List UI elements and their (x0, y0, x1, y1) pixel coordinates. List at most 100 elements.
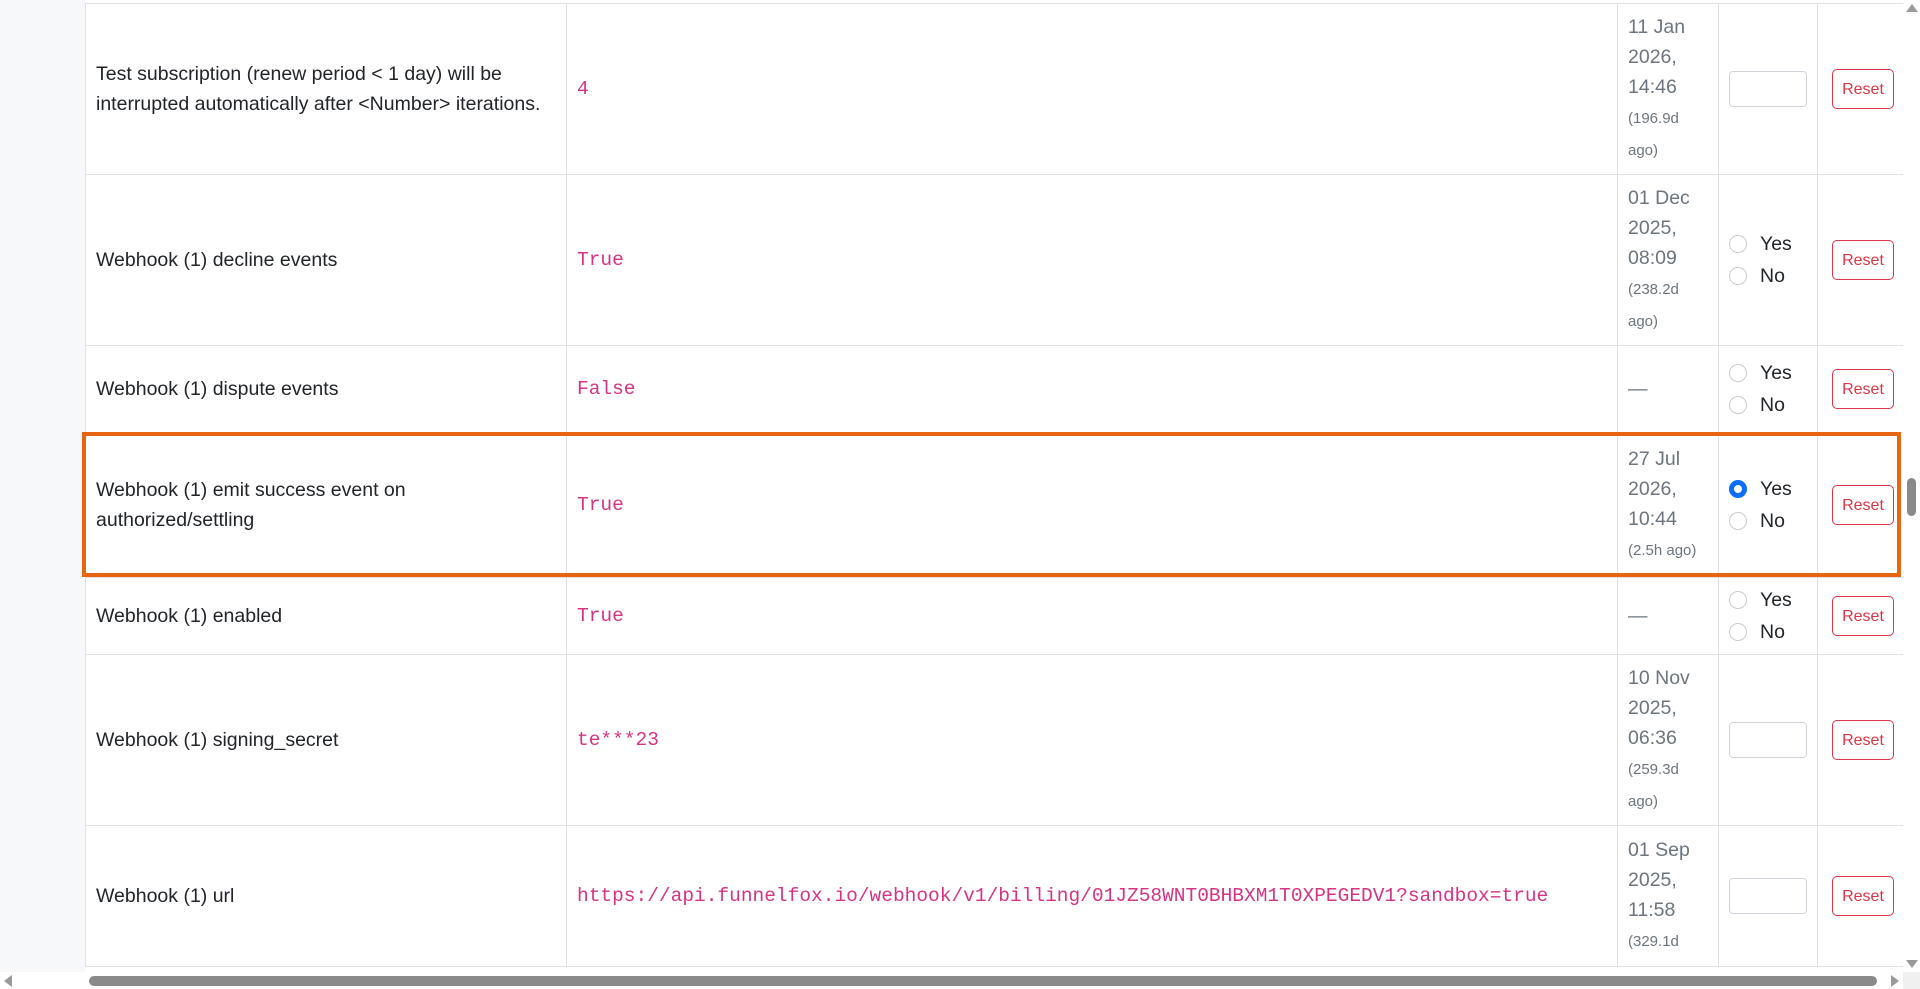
setting-value: True (566, 577, 1618, 655)
no-label[interactable]: No (1760, 617, 1785, 647)
control-cell (1718, 3, 1818, 175)
reset-button[interactable]: Reset (1832, 485, 1894, 525)
no-label[interactable]: No (1760, 506, 1785, 536)
yes-option[interactable]: Yes (1729, 228, 1807, 260)
setting-name: Webhook (1) signing_secret (85, 654, 567, 826)
table-row: Webhook (1) signing_secret te***23 10 No… (85, 654, 1903, 826)
reset-button[interactable]: Reset (1832, 69, 1894, 109)
yes-option[interactable]: Yes (1729, 584, 1807, 616)
control-cell: Yes No (1718, 432, 1818, 578)
yes-label[interactable]: Yes (1760, 474, 1792, 504)
reset-button[interactable]: Reset (1832, 240, 1894, 280)
number-input[interactable] (1729, 71, 1807, 107)
control-cell (1718, 825, 1818, 967)
updated-date: — (1628, 605, 1648, 627)
updated-ago: (238.2d ago) (1628, 281, 1679, 330)
setting-value: True (566, 432, 1618, 578)
updated-cell: — (1617, 577, 1719, 655)
yes-option[interactable]: Yes (1729, 357, 1807, 389)
no-option[interactable]: No (1729, 505, 1807, 537)
left-gutter (0, 0, 85, 972)
no-label[interactable]: No (1760, 390, 1785, 420)
table-row: Webhook (1) enabled True — Yes No Reset (85, 577, 1903, 655)
reset-button[interactable]: Reset (1832, 876, 1894, 916)
setting-value: 4 (566, 3, 1618, 175)
control-cell: Yes No (1718, 345, 1818, 433)
updated-ago: (196.9d ago) (1628, 110, 1679, 159)
setting-value: te***23 (566, 654, 1618, 826)
updated-cell: 10 Nov 2025, 06:36 (259.3d ago) (1617, 654, 1719, 826)
setting-value: True (566, 174, 1618, 346)
vertical-scroll-thumb[interactable] (1907, 478, 1916, 516)
updated-date: 27 Jul 2026, 10:44 (1628, 448, 1681, 530)
action-cell: Reset (1817, 654, 1903, 826)
yes-label[interactable]: Yes (1760, 229, 1792, 259)
no-option[interactable]: No (1729, 389, 1807, 421)
updated-cell: — (1617, 345, 1719, 433)
yes-radio-checked[interactable] (1729, 480, 1747, 498)
scrollbar-corner (1903, 972, 1920, 989)
text-input[interactable] (1729, 722, 1807, 758)
updated-ago: (259.3d ago) (1628, 761, 1679, 810)
horizontal-scrollbar[interactable] (0, 972, 1903, 989)
yes-radio[interactable] (1729, 364, 1747, 382)
control-cell: Yes No (1718, 577, 1818, 655)
updated-cell: 27 Jul 2026, 10:44 (2.5h ago) (1617, 432, 1719, 578)
no-option[interactable]: No (1729, 260, 1807, 292)
updated-cell: 01 Sep 2025, 11:58 (329.1d (1617, 825, 1719, 967)
no-radio[interactable] (1729, 623, 1747, 641)
setting-name: Test subscription (renew period < 1 day)… (85, 3, 567, 175)
reset-button[interactable]: Reset (1832, 596, 1894, 636)
action-cell: Reset (1817, 345, 1903, 433)
text-input[interactable] (1729, 878, 1807, 914)
control-cell (1718, 654, 1818, 826)
vertical-scrollbar[interactable] (1903, 0, 1920, 972)
table-row: Webhook (1) decline events True 01 Dec 2… (85, 174, 1903, 346)
scroll-left-arrow-icon[interactable] (4, 975, 12, 987)
reset-button[interactable]: Reset (1832, 369, 1894, 409)
table-row: Webhook (1) dispute events False — Yes N… (85, 345, 1903, 433)
table-row: Webhook (1) url https://api.funnelfox.io… (85, 825, 1903, 967)
yes-label[interactable]: Yes (1760, 585, 1792, 615)
yes-option[interactable]: Yes (1729, 473, 1807, 505)
scroll-right-arrow-icon[interactable] (1891, 975, 1899, 987)
scroll-down-arrow-icon[interactable] (1906, 960, 1918, 968)
settings-page: Test subscription (renew period < 1 day)… (0, 0, 1903, 972)
updated-date: 01 Sep 2025, 11:58 (1628, 839, 1690, 921)
no-radio[interactable] (1729, 396, 1747, 414)
action-cell: Reset (1817, 577, 1903, 655)
action-cell: Reset (1817, 432, 1903, 578)
updated-date: 10 Nov 2025, 06:36 (1628, 667, 1690, 749)
table-row: Test subscription (renew period < 1 day)… (85, 3, 1903, 175)
settings-table: Test subscription (renew period < 1 day)… (85, 3, 1903, 967)
setting-name: Webhook (1) enabled (85, 577, 567, 655)
yes-label[interactable]: Yes (1760, 358, 1792, 388)
updated-ago: (329.1d (1628, 933, 1679, 950)
updated-date: 01 Dec 2025, 08:09 (1628, 187, 1690, 269)
setting-value: https://api.funnelfox.io/webhook/v1/bill… (566, 825, 1618, 967)
updated-date: 11 Jan 2026, 14:46 (1628, 16, 1686, 98)
updated-date: — (1628, 378, 1648, 400)
no-option[interactable]: No (1729, 616, 1807, 648)
yes-radio[interactable] (1729, 235, 1747, 253)
control-cell: Yes No (1718, 174, 1818, 346)
setting-value: False (566, 345, 1618, 433)
no-radio[interactable] (1729, 512, 1747, 530)
table-row-highlighted: Webhook (1) emit success event on author… (85, 432, 1903, 578)
setting-name: Webhook (1) decline events (85, 174, 567, 346)
action-cell: Reset (1817, 174, 1903, 346)
action-cell: Reset (1817, 3, 1903, 175)
updated-cell: 11 Jan 2026, 14:46 (196.9d ago) (1617, 3, 1719, 175)
scroll-up-arrow-icon[interactable] (1906, 4, 1918, 12)
setting-name: Webhook (1) url (85, 825, 567, 967)
setting-name: Webhook (1) emit success event on author… (85, 432, 567, 578)
no-radio[interactable] (1729, 267, 1747, 285)
horizontal-scroll-thumb[interactable] (89, 976, 1877, 986)
setting-name: Webhook (1) dispute events (85, 345, 567, 433)
updated-ago: (2.5h ago) (1628, 542, 1697, 559)
reset-button[interactable]: Reset (1832, 720, 1894, 760)
no-label[interactable]: No (1760, 261, 1785, 291)
action-cell: Reset (1817, 825, 1903, 967)
yes-radio[interactable] (1729, 591, 1747, 609)
updated-cell: 01 Dec 2025, 08:09 (238.2d ago) (1617, 174, 1719, 346)
